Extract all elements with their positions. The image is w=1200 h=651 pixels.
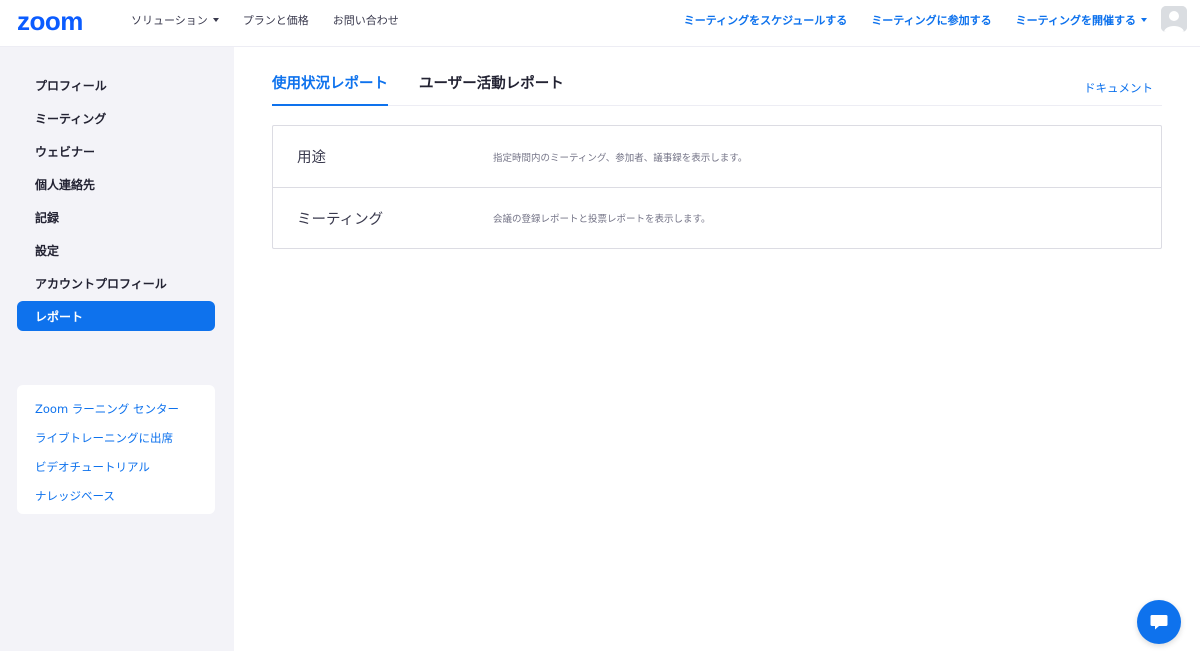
sidebar: プロフィール ミーティング ウェビナー 個人連絡先 記録 設定 アカウントプロフ… [0,47,234,651]
chevron-down-icon [1141,18,1147,22]
learning-center-link[interactable]: Zoom ラーニング センター [17,394,215,423]
user-avatar-icon[interactable] [1161,6,1187,32]
meeting-actions-nav: ミーティングをスケジュールする ミーティングに参加する ミーティングを開催する [684,0,1147,40]
sidebar-item-recordings[interactable]: 記録 [17,202,215,232]
nav-contact-link[interactable]: お問い合わせ [333,12,399,28]
report-description: 指定時間内のミーティング、参加者、議事録を表示します。 [493,152,748,164]
video-tutorials-link[interactable]: ビデオチュートリアル [17,452,215,481]
sidebar-item-account-profile[interactable]: アカウントプロフィール [17,268,215,298]
schedule-meeting-link[interactable]: ミーティングをスケジュールする [684,12,848,28]
chat-button[interactable] [1137,600,1181,644]
tab-label: 使用状況レポート [272,76,388,92]
join-meeting-link[interactable]: ミーティングに参加する [871,12,991,28]
nav-solutions-label: ソリューション [131,14,208,27]
nav-plans-pricing-label: プランと価格 [242,14,309,27]
live-training-label: ライブトレーニングに出席 [35,430,173,445]
video-tutorials-label: ビデオチュートリアル [35,459,150,474]
report-name[interactable]: 用途 [273,146,493,167]
primary-nav: ソリューション プランと価格 お問い合わせ [131,0,399,40]
chat-bubble-icon [1150,615,1168,630]
sidebar-item-label: アカウントプロフィール [35,276,167,291]
sidebar-item-label: プロフィール [35,78,107,93]
sidebar-item-label: 個人連絡先 [35,177,96,192]
sidebar-item-profile[interactable]: プロフィール [17,70,215,100]
nav-solutions-dropdown[interactable]: ソリューション [131,12,219,28]
report-description: 会議の登録レポートと投票レポートを表示します。 [493,214,711,225]
report-row-usage[interactable]: 用途 指定時間内のミーティング、参加者、議事録を表示します。 [273,126,1161,187]
sidebar-item-label: ミーティング [35,111,107,126]
help-links-panel: Zoom ラーニング センター ライブトレーニングに出席 ビデオチュートリアル … [17,385,215,514]
sidebar-item-webinars[interactable]: ウェビナー [17,136,215,166]
sidebar-menu: プロフィール ミーティング ウェビナー 個人連絡先 記録 設定 アカウントプロフ… [17,70,215,334]
report-tabs: 使用状況レポート ユーザー活動レポート ドキュメント [272,58,1162,106]
knowledge-base-link[interactable]: ナレッジベース [17,481,215,510]
schedule-meeting-label: ミーティングをスケジュールする [683,14,848,27]
report-name[interactable]: ミーティング [273,208,493,229]
tab-user-activity-reports[interactable]: ユーザー活動レポート [419,72,564,106]
documentation-link[interactable]: ドキュメント [1084,80,1153,96]
sidebar-item-label: 設定 [35,243,60,258]
sidebar-item-settings[interactable]: 設定 [17,235,215,265]
tab-usage-reports[interactable]: 使用状況レポート [272,72,388,106]
sidebar-item-label: 記録 [35,210,60,225]
report-list: 用途 指定時間内のミーティング、参加者、議事録を表示します。 ミーティング 会議… [272,125,1162,249]
sidebar-item-label: ウェビナー [35,144,96,159]
report-row-meeting[interactable]: ミーティング 会議の登録レポートと投票レポートを表示します。 [273,187,1161,248]
top-navigation-bar: zoom ソリューション プランと価格 お問い合わせ ミーティングをスケジュール… [0,0,1200,47]
nav-plans-pricing-link[interactable]: プランと価格 [243,12,309,28]
sidebar-item-personal-contacts[interactable]: 個人連絡先 [17,169,215,199]
sidebar-item-label: レポート [35,309,84,324]
sidebar-item-reports[interactable]: レポート [17,301,215,331]
tab-label: ユーザー活動レポート [419,76,564,92]
knowledge-base-label: ナレッジベース [35,488,115,503]
sidebar-item-meetings[interactable]: ミーティング [17,103,215,133]
chevron-down-icon [212,18,219,22]
nav-contact-label: お問い合わせ [332,14,399,27]
host-meeting-dropdown[interactable]: ミーティングを開催する [1016,12,1147,28]
learning-center-label: Zoom ラーニング センター [35,401,179,416]
live-training-link[interactable]: ライブトレーニングに出席 [17,423,215,452]
host-meeting-label: ミーティングを開催する [1015,14,1136,27]
zoom-logo[interactable]: zoom [17,8,83,34]
join-meeting-label: ミーティングに参加する [871,14,992,27]
